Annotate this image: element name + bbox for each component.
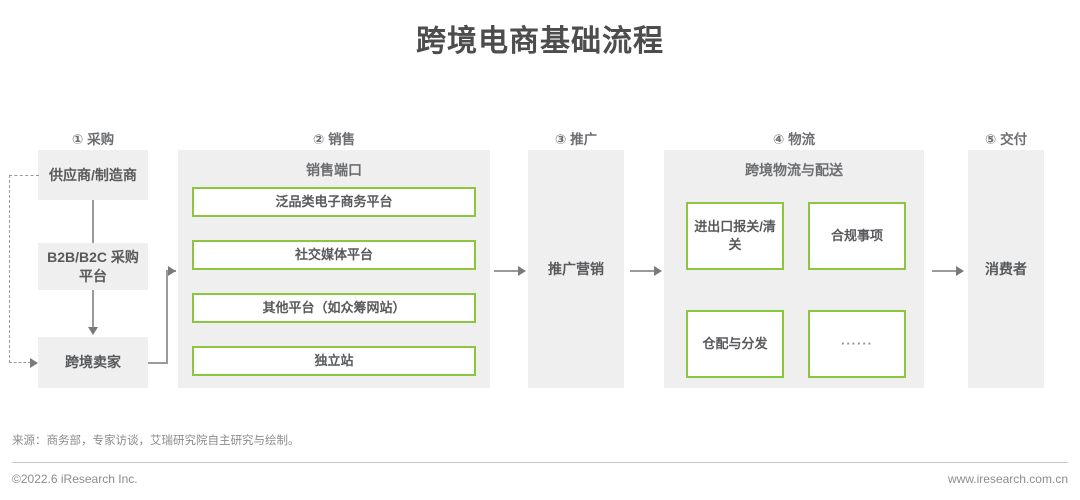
- column-header-sales: ② 销售: [312, 132, 356, 147]
- sales-item-social-media[interactable]: 社交媒体平台: [192, 240, 476, 270]
- arrow-right-to-logistics: [654, 266, 662, 276]
- source-note: 来源：商务部，专家访谈，艾瑞研究院自主研究与绘制。: [12, 435, 300, 447]
- connector-supplier-to-b2b: [92, 200, 94, 243]
- box-consumer[interactable]: 消费者: [968, 150, 1044, 388]
- box-b2b-b2c-platform[interactable]: B2B/B2C 采购平台: [38, 243, 148, 290]
- connector-b2b-to-seller: [92, 290, 94, 328]
- page-title: 跨境电商基础流程: [416, 25, 664, 58]
- arrow-down-to-seller: [88, 327, 98, 335]
- box-cross-border-seller[interactable]: 跨境卖家: [38, 337, 148, 388]
- footer-divider: [12, 462, 1068, 463]
- website-link[interactable]: www.iresearch.com.cn: [948, 472, 1068, 486]
- box-supplier-manufacturer[interactable]: 供应商/制造商: [38, 150, 148, 200]
- dashed-connector-top: [9, 175, 39, 176]
- box-promotion-marketing[interactable]: 推广营销: [528, 150, 624, 388]
- logistics-item-compliance[interactable]: 合规事项: [808, 202, 906, 270]
- sales-item-independent-site[interactable]: 独立站: [192, 346, 476, 376]
- copyright-text: ©2022.6 iResearch Inc.: [12, 472, 138, 486]
- logistics-item-customs-clearance[interactable]: 进出口报关/清关: [686, 202, 784, 270]
- dashed-connector-left: [9, 175, 10, 363]
- column-header-promotion: ③ 推广: [554, 132, 598, 147]
- connector-logistics-to-delivery: [932, 270, 958, 272]
- panel-title-sales-channels: 销售端口: [306, 162, 362, 178]
- connector-sales-to-promotion: [494, 270, 520, 272]
- arrow-right-to-promotion: [518, 266, 526, 276]
- column-header-procurement: ① 采购: [71, 132, 115, 147]
- column-header-delivery: ⑤ 交付: [984, 132, 1028, 147]
- logistics-item-warehousing-distribution[interactable]: 仓配与分发: [686, 310, 784, 378]
- connector-promotion-to-logistics: [630, 270, 656, 272]
- connector-seller-up: [166, 270, 168, 363]
- sales-item-general-ecommerce[interactable]: 泛品类电子商务平台: [192, 187, 476, 217]
- arrow-right-dashed-to-seller: [30, 358, 38, 368]
- connector-seller-out: [148, 362, 168, 364]
- logistics-item-more[interactable]: ······: [808, 310, 906, 378]
- column-header-logistics: ④ 物流: [772, 132, 816, 147]
- sales-item-other-platform[interactable]: 其他平台（如众筹网站）: [192, 293, 476, 323]
- arrow-right-to-sales: [168, 266, 176, 276]
- arrow-right-to-delivery: [956, 266, 964, 276]
- dashed-connector-bottom: [9, 362, 31, 363]
- panel-title-cross-border-logistics: 跨境物流与配送: [745, 162, 843, 178]
